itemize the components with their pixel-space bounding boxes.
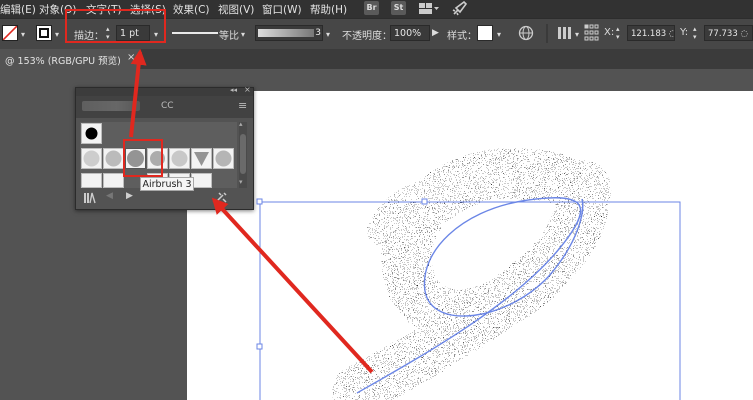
annotation-arrows — [129, 48, 374, 374]
arrow-to-brushes-panel — [211, 197, 374, 374]
arrow-to-stroke-weight — [129, 48, 147, 138]
